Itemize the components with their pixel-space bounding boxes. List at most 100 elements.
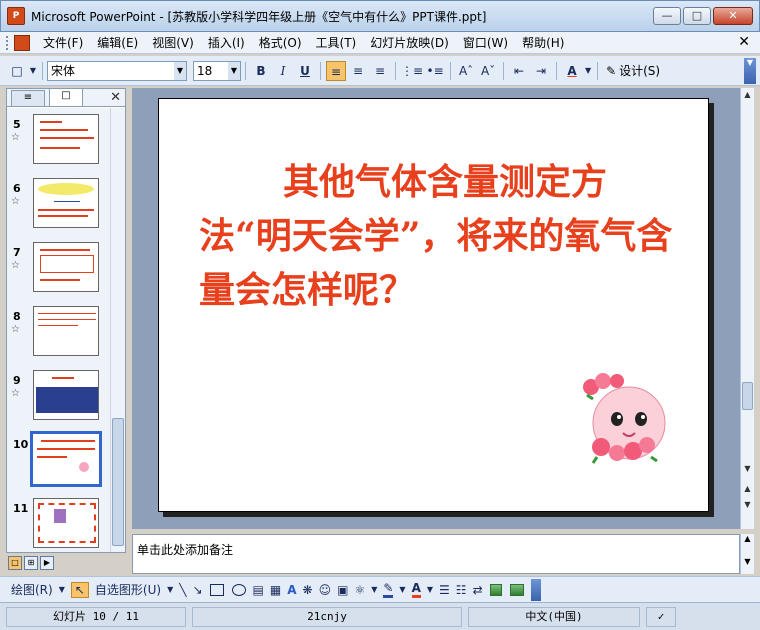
normal-view-icon[interactable]: □ [8,556,22,570]
numbered-list-icon[interactable]: ⋮≡ [401,61,423,81]
insert-picture-icon[interactable]: ▣ [337,583,348,597]
textbox-tool-icon[interactable]: ▤ [253,583,264,597]
chevron-down-icon[interactable]: ▼ [399,585,405,594]
thumbnail-slide-6[interactable]: 6 ☆ [7,178,111,238]
tab-outline[interactable]: ≡ [11,90,45,106]
clipart-icon[interactable]: ☺ [319,583,332,597]
scroll-up-icon[interactable]: ▲ [741,88,754,102]
close-button[interactable]: ✕ [713,7,753,25]
chevron-down-icon[interactable]: ▼ [427,585,433,594]
arrow-style-icon[interactable]: ⇄ [473,583,483,597]
wordart-icon[interactable]: A [287,583,296,597]
slide-thumbnail[interactable] [33,306,99,356]
line-style-icon[interactable]: ☰ [439,583,450,597]
scrollbar-thumb[interactable] [742,382,753,410]
scroll-down-icon[interactable]: ▼ [741,557,754,566]
chevron-down-icon[interactable]: ▼ [371,585,377,594]
powerpoint-icon[interactable]: P [7,7,25,25]
font-name-combo[interactable]: 宋体 ▼ [47,60,187,81]
grip-handle[interactable] [6,35,10,50]
menu-format[interactable]: 格式(O) [252,34,309,51]
slideshow-view-icon[interactable]: ▶ [40,556,54,570]
slide-thumbnail[interactable] [33,114,99,164]
chevron-down-icon[interactable]: ▼ [228,61,240,80]
align-right-icon[interactable]: ≡ [370,61,390,81]
shadow-style-icon[interactable] [489,583,502,596]
menu-insert[interactable]: 插入(I) [201,34,252,51]
spellcheck-icon[interactable]: ✓ [646,606,676,627]
draw-menu-button[interactable]: 绘图(R) [11,581,53,598]
bulleted-list-icon[interactable]: •≡ [425,61,445,81]
select-pointer-icon[interactable]: ↖ [70,581,89,598]
font-color-icon[interactable]: A [562,61,582,81]
slide-sorter-icon[interactable]: ⊞ [24,556,38,570]
bold-button[interactable]: B [251,61,271,81]
chevron-down-icon[interactable]: ▼ [584,61,592,81]
diagram-icon[interactable]: ❋ [303,583,313,597]
arrow-tool-icon[interactable]: ↘ [192,583,202,597]
menu-view[interactable]: 视图(V) [145,34,201,51]
menu-file[interactable]: 文件(F) [36,34,90,51]
thumbnail-slide-8[interactable]: 8 ☆ [7,306,111,366]
slide-thumbnail[interactable] [33,178,99,228]
oval-tool-icon[interactable] [231,583,246,596]
previous-slide-icon[interactable]: ▲ [741,482,754,496]
italic-button[interactable]: I [273,61,293,81]
new-document-icon[interactable]: □ [7,61,27,81]
underline-button[interactable]: U [295,61,315,81]
toolbar-options-icon[interactable] [530,578,541,601]
maximize-button[interactable]: □ [683,7,711,25]
scrollbar-thumb[interactable] [112,418,124,546]
increase-indent-icon[interactable]: ⇥ [531,61,551,81]
slide-scrollbar[interactable]: ▲ ▼ ▲ ▼ [740,88,754,529]
3d-style-icon[interactable] [509,583,524,596]
font-size-combo[interactable]: 18 ▼ [193,60,241,81]
dash-style-icon[interactable]: ☷ [456,583,467,597]
close-document-icon[interactable]: ✕ [738,34,750,50]
slide-thumbnail[interactable] [33,498,99,548]
align-left-icon[interactable]: ≡ [326,60,346,81]
chevron-down-icon[interactable]: ▼ [59,585,65,594]
chevron-down-icon[interactable]: ▼ [174,61,186,80]
increase-font-icon[interactable]: Aˆ [456,61,476,81]
slide-title[interactable]: 其他气体含量测定方法“明天会学”，将来的氧气含量会怎样呢？ [199,155,699,317]
decrease-indent-icon[interactable]: ⇤ [509,61,529,81]
menu-tools[interactable]: 工具(T) [309,34,364,51]
notes-pane[interactable]: 单击此处添加备注 [132,534,740,574]
scroll-up-icon[interactable]: ▲ [741,534,754,543]
toolbar-options-icon[interactable]: ▼ [744,58,756,84]
minimize-button[interactable]: — [653,7,681,25]
document-icon[interactable] [14,34,30,51]
rectangle-tool-icon[interactable] [209,583,224,596]
thumbnail-slide-7[interactable]: 7 ☆ [7,242,111,302]
notes-scrollbar[interactable]: ▲ ▼ [740,534,754,574]
menu-help[interactable]: 帮助(H) [515,34,571,51]
font-color-icon[interactable]: A [411,581,421,598]
align-center-icon[interactable]: ≡ [348,61,368,81]
menu-slideshow[interactable]: 幻灯片放映(D) [363,34,456,51]
dropdown-icon[interactable]: ▼ [29,61,37,81]
chevron-down-icon[interactable]: ▼ [167,585,173,594]
menu-window[interactable]: 窗口(W) [456,34,515,51]
scroll-down-icon[interactable]: ▼ [741,462,754,476]
decrease-font-icon[interactable]: Aˇ [478,61,498,81]
menu-edit[interactable]: 编辑(E) [90,34,145,51]
close-pane-icon[interactable]: ✕ [110,90,121,105]
fill-color-icon[interactable]: ⚛ [354,583,365,597]
thumbnail-slide-10[interactable]: 10 [7,431,111,494]
slide-thumbnail[interactable] [33,242,99,292]
autoshapes-button[interactable]: 自选图形(U) [95,581,161,598]
next-slide-icon[interactable]: ▼ [741,498,754,512]
slide-thumbnail-current[interactable] [30,431,102,487]
thumbnail-slide-5[interactable]: 5 ☆ [7,114,111,174]
thumbnail-slide-11[interactable]: 11 [7,498,111,552]
current-slide[interactable]: 其他气体含量测定方法“明天会学”，将来的氧气含量会怎样呢？ [158,98,709,512]
slide-thumbnail[interactable] [33,370,99,420]
design-button[interactable]: ✎ 设计(S) [602,62,664,79]
thumbnail-scrollbar[interactable] [110,108,125,552]
thumbnail-slide-9[interactable]: 9 ☆ [7,370,111,430]
vertical-textbox-icon[interactable]: ▦ [270,583,281,597]
tab-slides[interactable]: □ [49,88,83,106]
line-tool-icon[interactable]: ╲ [179,583,186,597]
line-color-icon[interactable]: ✎ [383,581,394,598]
